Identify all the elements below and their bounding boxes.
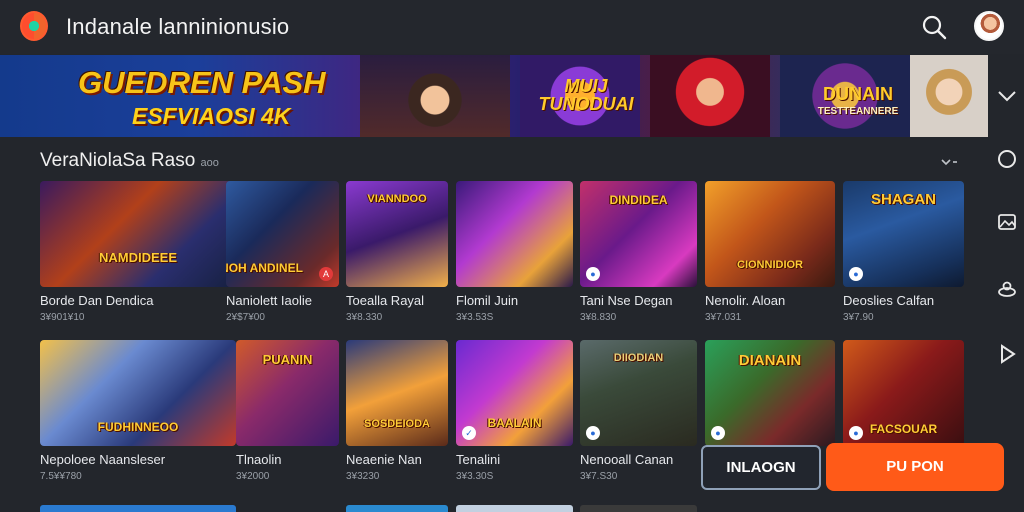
game-card[interactable]: PUANIN Tlnaolin 3¥2000 xyxy=(236,340,339,490)
game-card[interactable]: NAMDIDEEE Borde Dan Dendica 3¥901¥10 xyxy=(40,181,236,331)
game-thumb-logo: CIONNIDIOR xyxy=(737,259,803,271)
circle-icon[interactable] xyxy=(996,148,1018,170)
app-logo-icon[interactable] xyxy=(20,11,48,41)
banner-hero-art xyxy=(910,55,988,137)
banner-subtitle: ESFVIAOSI 4K xyxy=(132,103,291,129)
game-title: Nenooall Canan xyxy=(580,452,674,467)
game-meta: 3¥8.330 xyxy=(346,312,383,323)
game-thumb-logo: NAMDIDEEE xyxy=(98,250,177,265)
game-thumbnail: CIONNIDIOR xyxy=(705,181,835,287)
game-title: Tenalini xyxy=(456,452,501,467)
banner-game-logo-text: DUNAIN xyxy=(823,84,893,104)
game-meta: 3¥3.30S xyxy=(456,471,494,482)
image-icon[interactable] xyxy=(996,211,1018,233)
game-thumbnail: DINDIDEA ● xyxy=(580,181,697,287)
game-title: Neaenie Nan xyxy=(346,452,422,467)
game-thumbnail: FUDHINNEOO xyxy=(40,340,236,446)
banner-hero-art xyxy=(650,55,770,137)
game-thumb-logo: DINDIDEA xyxy=(609,193,668,207)
user-avatar[interactable] xyxy=(974,11,1004,41)
game-meta: 3¥3230 xyxy=(346,471,380,482)
chevron-down-icon[interactable] xyxy=(996,85,1018,107)
game-thumb-logo: DIANAIN xyxy=(738,352,802,369)
game-title: Nepoloee Naansleser xyxy=(40,452,166,467)
play-icon[interactable] xyxy=(996,343,1018,365)
game-title: Tani Nse Degan xyxy=(580,293,673,308)
collapse-icon[interactable] xyxy=(940,155,958,166)
game-card[interactable]: VIANNDOO Toealla Rayal 3¥8.330 xyxy=(346,181,448,331)
banner-game-logo: DUNAIN TESTTEANNERE xyxy=(808,85,908,121)
game-meta: 7.5¥¥780 xyxy=(40,471,82,482)
platform-badge-icon: ● xyxy=(849,426,863,440)
game-title: Nenolir. Aloan xyxy=(705,293,786,308)
game-thumbnail xyxy=(456,181,573,287)
game-thumbnail: VIANNDOO xyxy=(346,181,448,287)
game-title: Deoslies Calfan xyxy=(843,293,935,308)
game-thumb-logo: FUDHINNEOO xyxy=(97,420,179,434)
game-title: Flomil Juin xyxy=(456,293,519,308)
game-card[interactable]: SHAGAN ● Deoslies Calfan 3¥7.90 xyxy=(843,181,964,331)
section-title: VeraNiolaSa Raso aoo xyxy=(40,150,219,172)
game-meta: 3¥901¥10 xyxy=(40,312,85,323)
game-meta: 3¥8.830 xyxy=(580,312,617,323)
game-card[interactable]: BAALAIN ✓ Tenalini 3¥3.30S xyxy=(456,340,573,490)
game-thumbnail: FACSOUAR ● xyxy=(843,340,964,446)
game-title: Tlnaolin xyxy=(236,452,282,467)
platform-badge-icon: ● xyxy=(586,426,600,440)
banner-title: GUEDREN PASH xyxy=(78,65,326,100)
game-title: Borde Dan Dendica xyxy=(40,293,154,308)
cloud-icon[interactable] xyxy=(996,278,1018,300)
game-meta: 3¥7.90 xyxy=(843,312,874,323)
join-button[interactable]: PU PON xyxy=(826,443,1004,491)
game-card[interactable]: DIANAIN ● xyxy=(705,340,835,446)
search-icon[interactable] xyxy=(920,13,948,41)
game-title: Naniolett Iaolie xyxy=(226,293,312,308)
game-meta: 3¥7.031 xyxy=(705,312,742,323)
game-card-peek[interactable] xyxy=(40,505,236,512)
game-thumb-logo: PUANIN xyxy=(262,352,313,367)
platform-badge-icon: ● xyxy=(586,267,600,281)
game-title: Toealla Rayal xyxy=(346,293,425,308)
game-meta: 3¥7.S30 xyxy=(580,471,618,482)
game-card[interactable]: FACSOUAR ● xyxy=(843,340,964,446)
game-thumbnail: BONOH ANDINEL A xyxy=(226,181,339,287)
game-thumbnail: SOSDEIODA xyxy=(346,340,448,446)
game-thumbnail: BAALAIN ✓ xyxy=(456,340,573,446)
hero-banner[interactable]: GUEDREN PASH ESFVIAOSI 4K MUIJ TUNODUAI … xyxy=(0,55,988,137)
game-thumb-logo: SHAGAN xyxy=(870,191,936,208)
game-card-peek[interactable] xyxy=(456,505,573,512)
game-card[interactable]: SOSDEIODA Neaenie Nan 3¥3230 xyxy=(346,340,448,490)
game-thumb-logo: SOSDEIODA xyxy=(363,418,430,430)
banner-hero-art xyxy=(360,55,510,137)
game-meta: 3¥2000 xyxy=(236,471,270,482)
game-thumbnail: DIANAIN ● xyxy=(705,340,835,446)
login-button[interactable]: INLAOGN xyxy=(701,445,821,490)
game-card[interactable]: DINDIDEA ● Tani Nse Degan 3¥8.830 xyxy=(580,181,697,331)
game-thumbnail: PUANIN xyxy=(236,340,339,446)
game-card[interactable]: FUDHINNEOO Nepoloee Naansleser 7.5¥¥780 xyxy=(40,340,236,490)
game-card-peek[interactable] xyxy=(346,505,448,512)
game-thumbnail: DIIODIAN ● xyxy=(580,340,697,446)
banner-game-logo: MUIJ TUNODUAI xyxy=(538,76,634,114)
hot-badge-icon: A xyxy=(319,267,333,281)
platform-badge-icon: ● xyxy=(849,267,863,281)
game-card[interactable]: DIIODIAN ● Nenooall Canan 3¥7.S30 xyxy=(580,340,697,490)
platform-badge-icon: ● xyxy=(711,426,725,440)
game-card[interactable]: Flomil Juin 3¥3.53S xyxy=(456,181,573,331)
section-title-text: VeraNiolaSa Raso xyxy=(40,150,196,171)
game-thumbnail: NAMDIDEEE xyxy=(40,181,236,287)
game-thumb-logo: VIANNDOO xyxy=(367,193,427,205)
section-title-suffix: aoo xyxy=(200,157,219,169)
game-card[interactable]: BONOH ANDINEL A Naniolett Iaolie 2¥$7¥00 xyxy=(226,181,339,331)
game-meta: 2¥$7¥00 xyxy=(226,312,265,323)
banner-game-logo-subtext: TESTTEANNERE xyxy=(817,106,899,117)
game-card[interactable]: CIONNIDIOR Nenolir. Aloan 3¥7.031 xyxy=(705,181,835,331)
game-meta: 3¥3.53S xyxy=(456,312,494,323)
game-card-peek[interactable] xyxy=(580,505,697,512)
game-thumbnail: SHAGAN ● xyxy=(843,181,964,287)
app-title: Indanale lanninionusio xyxy=(66,14,290,39)
platform-badge-icon: ✓ xyxy=(462,426,476,440)
game-thumb-logo: DIIODIAN xyxy=(613,352,664,364)
top-bar: Indanale lanninionusio xyxy=(0,0,1024,54)
